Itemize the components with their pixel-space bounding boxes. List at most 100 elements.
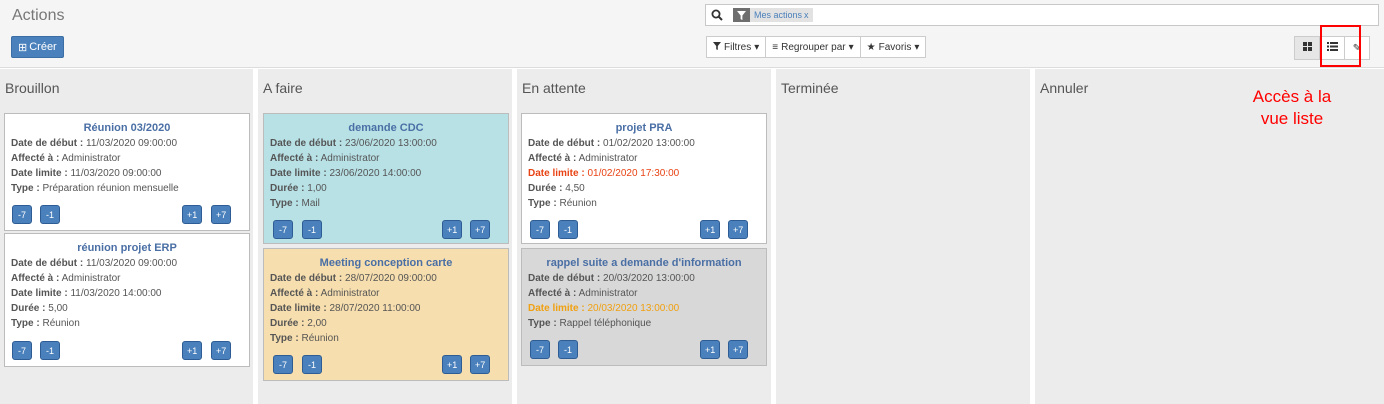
column-title: Annuler (1040, 80, 1089, 96)
card-duration: Durée : 4,50 (528, 183, 585, 194)
card-deadline: Date limite : 23/06/2020 14:00:00 (270, 168, 422, 179)
minus-7-button[interactable]: -7 (530, 220, 550, 239)
card-start-date: Date de début : 20/03/2020 13:00:00 (528, 273, 695, 284)
card-title: rappel suite a demande d'information (546, 257, 742, 269)
kanban-card[interactable]: demande CDC Date de début : 23/06/2020 1… (263, 113, 509, 244)
plus-7-button[interactable]: +7 (211, 205, 232, 224)
minus-1-button[interactable]: -1 (302, 355, 322, 374)
filter-icon (713, 41, 721, 53)
create-button-label: Créer (29, 41, 57, 53)
minus-1-button[interactable]: -1 (302, 220, 322, 239)
card-type: Type : Mail (270, 198, 320, 209)
plus-7-button[interactable]: +7 (211, 341, 232, 360)
card-title: demande CDC (348, 122, 424, 134)
minus-7-button[interactable]: -7 (12, 205, 32, 224)
plus-square-icon: ⊞ (18, 41, 28, 54)
minus-7-button[interactable]: -7 (530, 340, 550, 359)
create-button[interactable]: ⊞ Créer (11, 36, 64, 58)
groupby-label: Regrouper par (781, 41, 846, 53)
minus-1-button[interactable]: -1 (40, 341, 60, 360)
minus-1-button[interactable]: -1 (558, 340, 578, 359)
card-start-date: Date de début : 01/02/2020 13:00:00 (528, 138, 695, 149)
card-type: Type : Réunion (11, 318, 80, 329)
card-type: Type : Rappel téléphonique (528, 318, 652, 329)
caret-down-icon: ▾ (754, 41, 760, 53)
plus-7-button[interactable]: +7 (470, 220, 491, 239)
card-type: Type : Préparation réunion mensuelle (11, 183, 179, 194)
plus-1-button[interactable]: +1 (442, 220, 463, 239)
card-type: Type : Réunion (270, 333, 339, 344)
card-assigned: Affecté à : Administrator (11, 153, 121, 164)
minus-1-button[interactable]: -1 (40, 205, 60, 224)
card-assigned: Affecté à : Administrator (270, 288, 380, 299)
kanban-column-terminee: Terminée (776, 69, 1030, 404)
highlight-box (1320, 25, 1361, 67)
filters-label: Filtres (724, 41, 752, 53)
favorites-dropdown[interactable]: ★ Favoris ▾ (859, 36, 927, 58)
minus-7-button[interactable]: -7 (12, 341, 32, 360)
favorites-label: Favoris (878, 41, 912, 53)
plus-1-button[interactable]: +1 (182, 205, 203, 224)
caret-down-icon: ▾ (914, 41, 920, 53)
card-assigned: Affecté à : Administrator (528, 288, 638, 299)
card-deadline: Date limite : 20/03/2020 13:00:00 (528, 303, 680, 314)
search-facet-value: Mes actions (754, 10, 803, 20)
search-icon[interactable] (711, 9, 725, 21)
page-title: Actions (12, 7, 65, 24)
card-assigned: Affecté à : Administrator (528, 153, 638, 164)
card-duration: Durée : 2,00 (270, 318, 327, 329)
column-title: En attente (522, 80, 586, 96)
annotation-text: Accès à la vue liste (1222, 86, 1362, 130)
kanban-view-button[interactable] (1294, 36, 1320, 60)
card-title: projet PRA (615, 122, 673, 134)
column-title: A faire (263, 80, 303, 96)
kanban-card[interactable]: Meeting conception carte Date de début :… (263, 248, 509, 381)
card-title: Meeting conception carte (319, 257, 453, 269)
card-assigned: Affecté à : Administrator (11, 273, 121, 284)
star-icon: ★ (866, 41, 876, 53)
card-start-date: Date de début : 23/06/2020 13:00:00 (270, 138, 437, 149)
plus-7-button[interactable]: +7 (728, 340, 749, 359)
groupby-dropdown[interactable]: ≡ Regrouper par ▾ (765, 36, 861, 58)
plus-1-button[interactable]: +1 (182, 341, 203, 360)
card-start-date: Date de début : 11/03/2020 09:00:00 (11, 258, 178, 269)
card-deadline: Date limite : 28/07/2020 11:00:00 (270, 303, 421, 314)
filter-icon (733, 8, 750, 22)
facet-remove-button[interactable]: x (804, 10, 809, 20)
minus-1-button[interactable]: -1 (558, 220, 578, 239)
plus-7-button[interactable]: +7 (470, 355, 491, 374)
card-title: Réunion 03/2020 (83, 122, 171, 134)
minus-7-button[interactable]: -7 (273, 220, 293, 239)
search-facet: Mes actions x (733, 8, 813, 22)
card-start-date: Date de début : 11/03/2020 09:00:00 (11, 138, 178, 149)
control-panel: Actions ⊞ Créer Mes actions x Filtres ▾ (0, 0, 1384, 68)
card-deadline: Date limite : 11/03/2020 14:00:00 (11, 288, 162, 299)
minus-7-button[interactable]: -7 (273, 355, 293, 374)
card-duration: Durée : 5,00 (11, 303, 68, 314)
annotation-line-2: vue liste (1260, 109, 1324, 128)
kanban-card[interactable]: projet PRA Date de début : 01/02/2020 13… (521, 113, 767, 244)
plus-1-button[interactable]: +1 (700, 220, 721, 239)
caret-down-icon: ▾ (848, 41, 854, 53)
card-deadline: Date limite : 11/03/2020 09:00:00 (11, 168, 162, 179)
card-assigned: Affecté à : Administrator (270, 153, 380, 164)
kanban-card[interactable]: Réunion 03/2020 Date de début : 11/03/20… (4, 113, 250, 231)
card-type: Type : Réunion (528, 198, 597, 209)
search-bar[interactable]: Mes actions x (705, 4, 1379, 26)
plus-1-button[interactable]: +1 (700, 340, 721, 359)
plus-7-button[interactable]: +7 (728, 220, 749, 239)
plus-1-button[interactable]: +1 (442, 355, 463, 374)
kanban-card[interactable]: rappel suite a demande d'information Dat… (521, 248, 767, 366)
kanban-view-icon (1302, 42, 1312, 54)
annotation-line-1: Accès à la (1252, 87, 1332, 106)
filters-dropdown[interactable]: Filtres ▾ (706, 36, 767, 58)
kanban-card[interactable]: réunion projet ERP Date de début : 11/03… (4, 233, 250, 367)
column-title: Brouillon (5, 80, 60, 96)
search-options: Filtres ▾ ≡ Regrouper par ▾ ★ Favoris ▾ (706, 36, 927, 58)
card-duration: Durée : 1,00 (270, 183, 327, 194)
card-title: réunion projet ERP (77, 242, 177, 254)
card-deadline: Date limite : 01/02/2020 17:30:00 (528, 168, 680, 179)
card-start-date: Date de début : 28/07/2020 09:00:00 (270, 273, 437, 284)
column-title: Terminée (781, 80, 839, 96)
bars-icon: ≡ (772, 41, 779, 53)
